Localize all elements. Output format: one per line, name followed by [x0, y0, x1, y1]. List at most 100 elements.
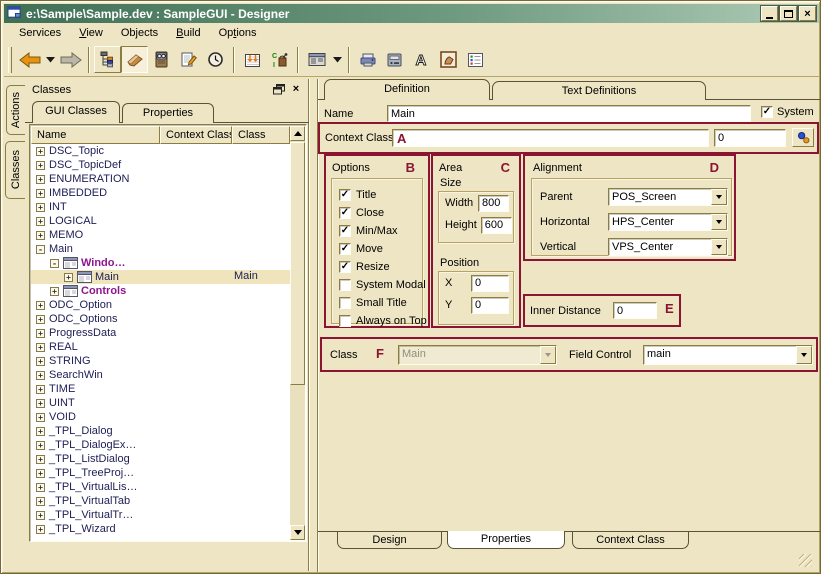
expander-icon[interactable]: +: [36, 483, 45, 492]
context-class-field[interactable]: A: [392, 129, 709, 147]
expander-icon[interactable]: +: [36, 525, 45, 534]
expander-icon[interactable]: -: [50, 259, 59, 268]
tree-item-enumeration[interactable]: +ENUMERATION: [31, 172, 290, 186]
tree-item-main[interactable]: -Main: [31, 242, 290, 256]
toolbar-nav-back-button[interactable]: [16, 46, 43, 73]
toolbar-import-data-button[interactable]: [239, 46, 266, 73]
toolbar-edit-document-button[interactable]: [175, 46, 202, 73]
scroll-down-button[interactable]: [290, 525, 305, 540]
tab-text-definitions[interactable]: Text Definitions: [492, 81, 706, 100]
toolbar-class-interface-button[interactable]: CI: [266, 46, 293, 73]
expander-icon[interactable]: +: [36, 497, 45, 506]
menu-options[interactable]: Options: [210, 25, 266, 41]
tree-item-tpl-wizard[interactable]: +_TPL_Wizard: [31, 522, 290, 536]
chevron-down-icon[interactable]: [796, 346, 812, 364]
expander-icon[interactable]: +: [36, 469, 45, 478]
expander-icon[interactable]: +: [36, 441, 45, 450]
checkbox-min-max[interactable]: Min/Max: [332, 222, 422, 240]
close-button[interactable]: ×: [799, 6, 816, 21]
tree-item-tpl-virtuallis[interactable]: +_TPL_VirtualLis…: [31, 480, 290, 494]
float-panel-button[interactable]: [272, 83, 286, 96]
expander-icon[interactable]: +: [36, 399, 45, 408]
chevron-down-icon[interactable]: [711, 214, 727, 230]
y-input[interactable]: [472, 298, 508, 313]
tree-item-tpl-dialog[interactable]: +_TPL_Dialog: [31, 424, 290, 438]
expander-icon[interactable]: +: [36, 357, 45, 366]
minimize-button[interactable]: [761, 6, 778, 21]
column-header-context-class[interactable]: Context Class: [160, 126, 232, 144]
tab-gui-classes[interactable]: GUI Classes: [32, 101, 120, 123]
expander-icon[interactable]: +: [36, 371, 45, 380]
y-field[interactable]: [471, 297, 509, 314]
side-tab-classes[interactable]: Classes: [5, 141, 25, 199]
expander-icon[interactable]: +: [36, 427, 45, 436]
toolbar-nav-dropdown-button[interactable]: [43, 46, 57, 73]
expander-icon[interactable]: +: [36, 511, 45, 520]
tab-properties-bottom[interactable]: Properties: [447, 531, 565, 549]
chevron-down-icon[interactable]: [711, 239, 727, 255]
expander-icon[interactable]: +: [50, 287, 59, 296]
checkbox-close[interactable]: Close: [332, 204, 422, 222]
column-header-class[interactable]: Class: [232, 126, 290, 144]
parent-combo[interactable]: POS_Screen: [608, 188, 728, 206]
scrollbar-thumb[interactable]: [290, 142, 305, 385]
tree-item-string[interactable]: +STRING: [31, 354, 290, 368]
height-input[interactable]: [482, 218, 511, 233]
context-class-index-field[interactable]: [714, 129, 786, 147]
tree-item-odc-options[interactable]: +ODC_Options: [31, 312, 290, 326]
side-tab-actions[interactable]: Actions: [6, 85, 25, 135]
toolbar-nav-forward-button[interactable]: [57, 46, 84, 73]
tree-scrollbar[interactable]: [290, 126, 305, 540]
toolbar-printer-button[interactable]: [354, 46, 381, 73]
name-input[interactable]: [388, 106, 750, 121]
menu-view[interactable]: View: [70, 25, 112, 41]
tree-item-controls[interactable]: +Controls: [31, 284, 290, 298]
expander-icon[interactable]: +: [36, 301, 45, 310]
expander-icon[interactable]: +: [36, 203, 45, 212]
tree-item-tpl-virtualtr[interactable]: +_TPL_VirtualTr…: [31, 508, 290, 522]
context-class-picker-button[interactable]: [792, 128, 814, 147]
inner-distance-field[interactable]: [613, 302, 657, 319]
toolbar-grip[interactable]: [8, 47, 12, 73]
expander-icon[interactable]: -: [36, 245, 45, 254]
x-field[interactable]: [471, 275, 509, 292]
tree-item-real[interactable]: +REAL: [31, 340, 290, 354]
tree-item-memo[interactable]: +MEMO: [31, 228, 290, 242]
toolbar-class-tree-button[interactable]: [94, 46, 121, 73]
menu-objects[interactable]: Objects: [112, 25, 167, 41]
expander-icon[interactable]: +: [36, 315, 45, 324]
menu-services[interactable]: Services: [10, 25, 70, 41]
expander-icon[interactable]: +: [36, 343, 45, 352]
expander-icon[interactable]: +: [36, 329, 45, 338]
tree-item-searchwin[interactable]: +SearchWin: [31, 368, 290, 382]
tree-item-dsc-topic[interactable]: +DSC_Topic: [31, 144, 290, 158]
menu-build[interactable]: Build: [167, 25, 209, 41]
tree-item-progressdata[interactable]: +ProgressData: [31, 326, 290, 340]
context-class-input[interactable]: [393, 130, 708, 146]
maximize-button[interactable]: [780, 6, 797, 21]
column-header-name[interactable]: Name: [31, 126, 160, 144]
tree-item-time[interactable]: +TIME: [31, 382, 290, 396]
resize-grip[interactable]: [799, 554, 812, 567]
context-class-index-input[interactable]: [715, 130, 785, 146]
name-field[interactable]: [387, 105, 751, 122]
expander-icon[interactable]: +: [36, 231, 45, 240]
tree-item-void[interactable]: +VOID: [31, 410, 290, 424]
tree-item-imbedded[interactable]: +IMBEDDED: [31, 186, 290, 200]
tree-item-tpl-virtualtab[interactable]: +_TPL_VirtualTab: [31, 494, 290, 508]
checkbox-resize[interactable]: Resize: [332, 258, 422, 276]
tree-item-int[interactable]: +INT: [31, 200, 290, 214]
checkbox-system-modal[interactable]: System Modal: [332, 276, 422, 294]
horizontal-combo[interactable]: HPS_Center: [608, 213, 728, 231]
expander-icon[interactable]: +: [36, 413, 45, 422]
width-input[interactable]: [479, 196, 508, 211]
chevron-down-icon[interactable]: [711, 189, 727, 205]
scroll-up-button[interactable]: [290, 126, 305, 141]
checkbox-always-on-top[interactable]: Always on Top: [332, 312, 422, 330]
expander-icon[interactable]: +: [64, 273, 73, 282]
close-panel-button[interactable]: ×: [289, 83, 303, 96]
tree-item-logical[interactable]: +LOGICAL: [31, 214, 290, 228]
toolbar-library-button[interactable]: [148, 46, 175, 73]
toolbar-console-button[interactable]: [381, 46, 408, 73]
tab-definition[interactable]: Definition: [324, 79, 490, 100]
